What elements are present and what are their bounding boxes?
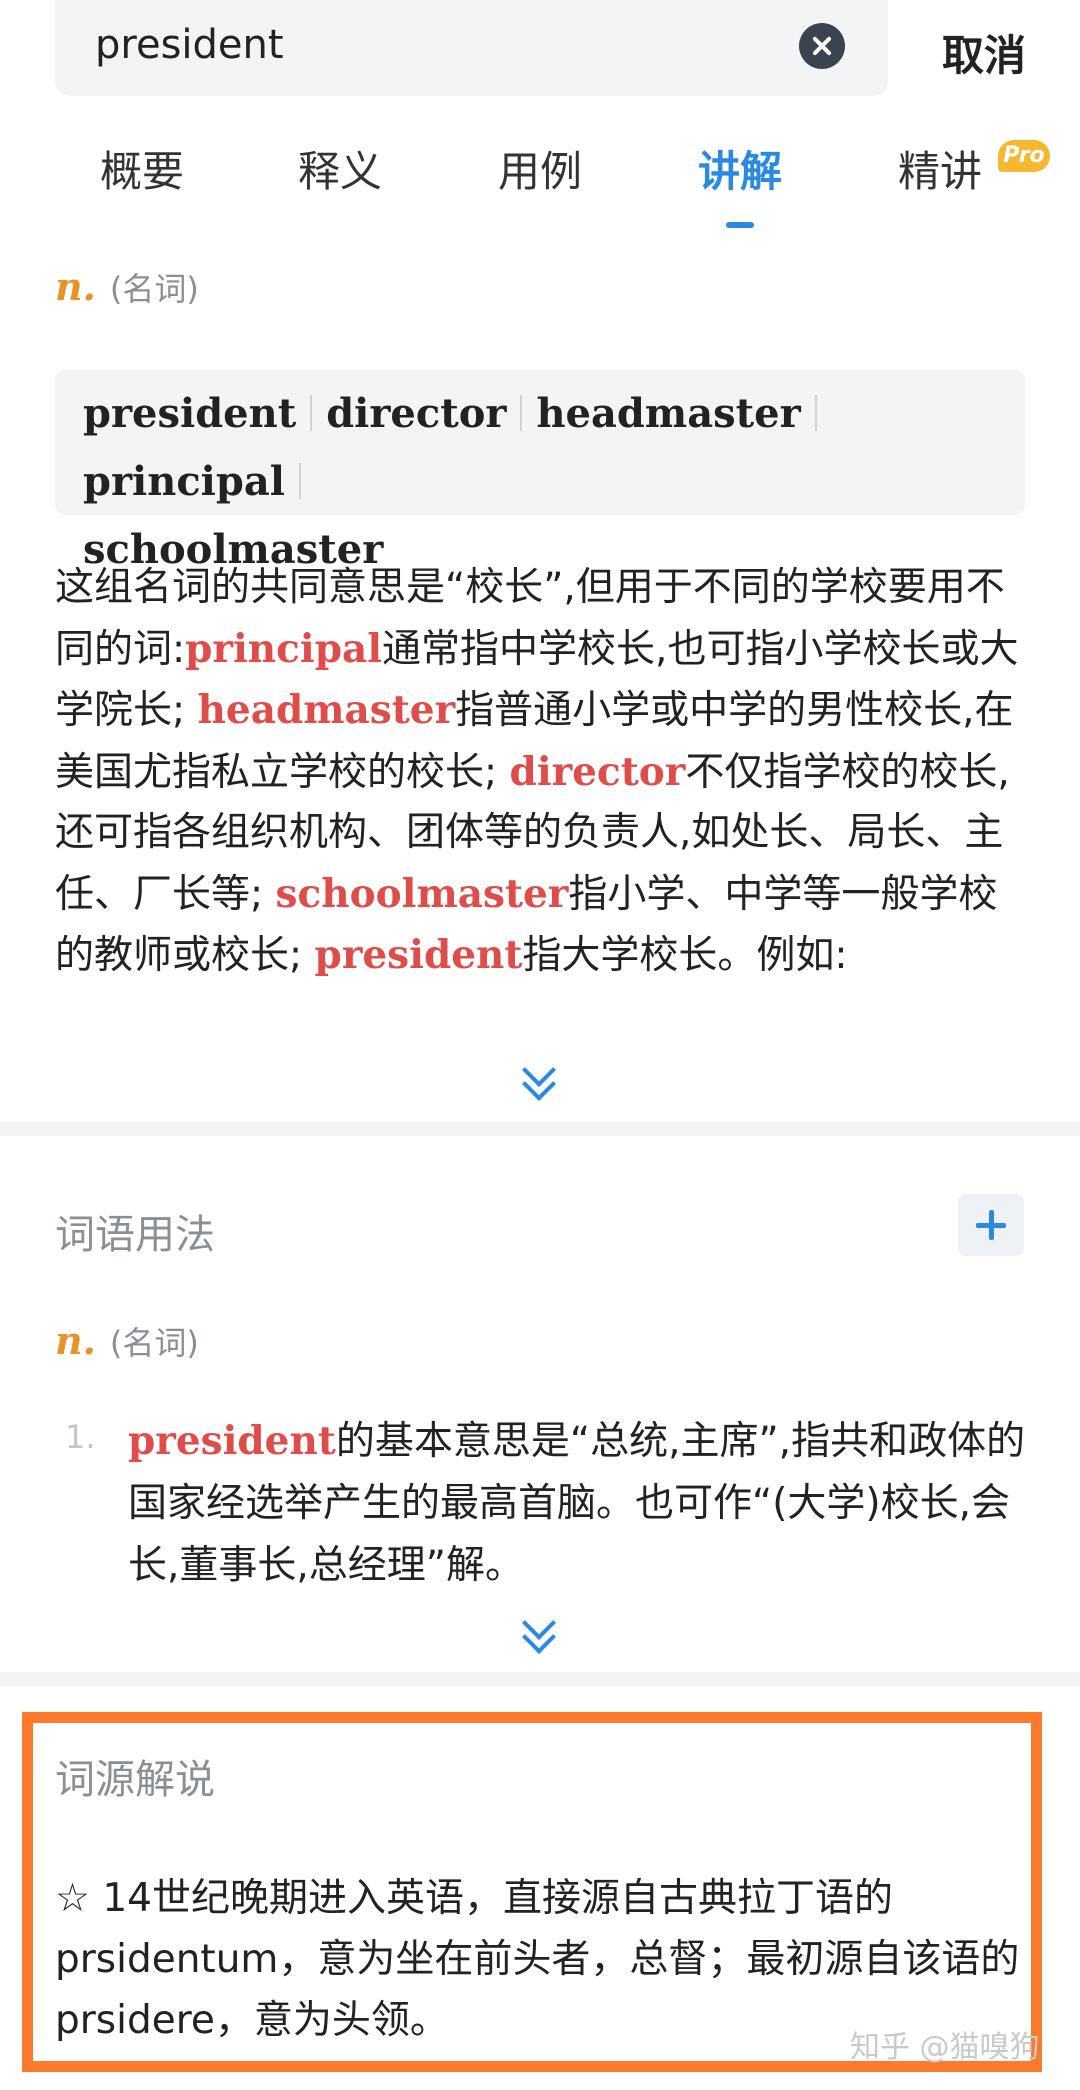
separator: [310, 395, 313, 431]
pos-abbreviation: n.: [55, 264, 96, 309]
synonym-list: president director headmasterprincipal scho…: [55, 370, 1025, 573]
tab-definitions[interactable]: 释义: [298, 138, 382, 199]
watermark: 知乎 @猫嗅狗: [850, 2030, 1040, 2065]
pos-label: (名词): [109, 270, 199, 308]
double-chevron-down-icon[interactable]: [521, 1053, 557, 1102]
usage-section-title: 词语用法: [55, 1212, 215, 1258]
part-of-speech: n. (名词): [55, 264, 199, 314]
highlighted-word: president: [128, 1418, 336, 1464]
cancel-button[interactable]: 取消: [942, 22, 1026, 83]
highlighted-word: director: [509, 748, 686, 795]
etymology-title: 词源解说: [55, 1757, 215, 1803]
highlighted-word: headmaster: [197, 687, 456, 733]
highlighted-word: president: [314, 932, 523, 978]
active-tab-indicator: [726, 222, 754, 228]
pro-badge: Pro: [998, 140, 1050, 172]
tab-examples[interactable]: 用例: [498, 138, 582, 199]
tab-bar: 概要 释义 用例 讲解 精讲 Pro: [0, 130, 1080, 240]
separator: [298, 463, 301, 499]
clear-search-icon[interactable]: [799, 23, 845, 69]
section-divider: [0, 1672, 1080, 1686]
usage-item: president的基本意思是“总统,主席”,指共和政体的国家经选举产生的最高首…: [128, 1410, 1028, 1597]
tab-pro-explanation[interactable]: 精讲: [898, 138, 982, 199]
highlighted-word: schoolmaster: [275, 870, 569, 917]
tab-overview[interactable]: 概要: [100, 138, 184, 199]
double-chevron-down-icon[interactable]: [521, 1606, 557, 1655]
pos-abbreviation: n.: [55, 1318, 96, 1363]
explanation-text: 这组名词的共同意思是“校长”,但用于不同的学校要用不同的词:principal通…: [55, 558, 1030, 987]
highlighted-word: principal: [185, 625, 383, 672]
section-divider: [0, 1122, 1080, 1136]
text-segment: 指大学校长。例如:: [522, 933, 848, 978]
pos-label: (名词): [109, 1324, 199, 1362]
search-bar[interactable]: president: [55, 0, 888, 96]
plus-icon[interactable]: [958, 1194, 1024, 1256]
synonym-word[interactable]: headmaster: [536, 390, 800, 437]
search-input[interactable]: president: [95, 22, 284, 68]
etymology-section: 词源解说 ☆ 14世纪晚期进入英语，直接源自古典拉丁语的prsidentum，意…: [22, 1712, 1042, 2072]
separator: [520, 395, 523, 431]
part-of-speech: n. (名词): [55, 1318, 199, 1368]
synonym-word[interactable]: president: [83, 390, 296, 437]
tab-explanation[interactable]: 讲解: [698, 138, 782, 199]
synonym-word[interactable]: director: [326, 390, 506, 437]
synonym-word[interactable]: principal: [83, 458, 285, 505]
separator: [814, 395, 817, 431]
usage-item-number: 1.: [65, 1418, 96, 1456]
